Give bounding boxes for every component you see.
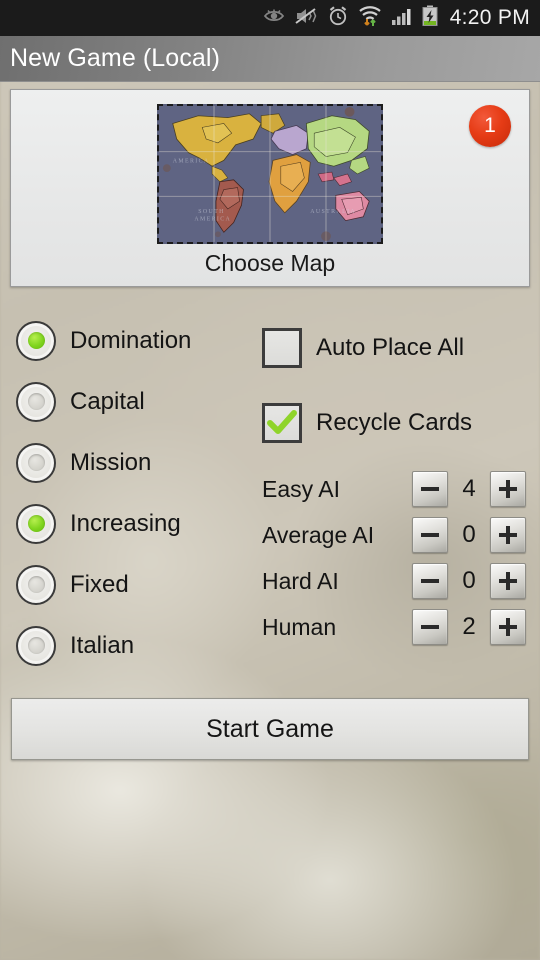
choose-map-label: Choose Map [204, 250, 336, 276]
plus-icon [499, 618, 517, 636]
radio-item-capital[interactable]: Capital [16, 371, 256, 432]
eye-icon [263, 7, 285, 30]
checkbox-auto-place-all[interactable] [262, 327, 302, 368]
status-clock: 4:20 PM [449, 6, 530, 29]
decrement-human-button[interactable] [412, 609, 448, 645]
radio-capital[interactable] [16, 381, 56, 422]
status-bar: 4:20 PM [0, 0, 540, 36]
checkbox-label-auto-place-all: Auto Place All [316, 333, 465, 361]
alarm-icon [327, 5, 349, 32]
title-bar: New Game (Local) [0, 36, 540, 82]
map-thumbnail-wrapper[interactable]: AMERICA SOUTH AMERICA AUSTRALIA [157, 104, 383, 244]
radio-label-domination: Domination [70, 326, 192, 354]
plus-icon [499, 526, 517, 544]
radio-label-increasing: Increasing [70, 509, 181, 537]
increment-easy-ai-button[interactable] [490, 471, 526, 507]
radio-item-fixed[interactable]: Fixed [16, 554, 256, 615]
radio-dot-icon [27, 332, 45, 349]
svg-text:AUSTRALIA: AUSTRALIA [310, 209, 356, 215]
checkbox-item-auto-place-all[interactable]: Auto Place All [262, 310, 532, 385]
start-game-button[interactable]: Start Game [11, 698, 529, 760]
radio-label-fixed: Fixed [70, 570, 129, 598]
svg-text:AMERICA: AMERICA [173, 158, 210, 164]
counter-row-easy-ai: Easy AI 4 [262, 466, 532, 512]
map-badge: 1 [469, 105, 511, 147]
increment-hard-ai-button[interactable] [490, 563, 526, 599]
minus-icon [421, 579, 439, 583]
wifi-transfer-icon [358, 5, 382, 32]
radio-label-italian: Italian [70, 631, 135, 659]
counter-label-hard-ai: Hard AI [262, 567, 339, 594]
counter-value-hard-ai: 0 [462, 567, 476, 594]
counter-label-average-ai: Average AI [262, 521, 375, 548]
choose-map-card[interactable]: 1 AMERICA SOUTH AMERICA AUSTRALIA Choose… [10, 89, 530, 287]
radio-item-italian[interactable]: Italian [16, 615, 256, 676]
radio-dot-icon [27, 454, 45, 471]
radio-dot-icon [27, 637, 45, 654]
decrement-average-ai-button[interactable] [412, 517, 448, 553]
radio-dot-icon [27, 515, 45, 532]
increment-average-ai-button[interactable] [490, 517, 526, 553]
radio-item-increasing[interactable]: Increasing [16, 493, 256, 554]
minus-icon [421, 533, 439, 537]
radio-fixed[interactable] [16, 564, 56, 605]
checkbox-label-recycle-cards: Recycle Cards [316, 408, 473, 436]
minus-icon [421, 625, 439, 629]
svg-text:SOUTH: SOUTH [198, 209, 225, 215]
radio-dot-icon [27, 393, 45, 410]
checkbox-recycle-cards[interactable] [262, 402, 302, 443]
settings-column: Auto Place All Recycle Cards Easy AI 4 A… [262, 310, 532, 650]
counter-label-human: Human [262, 613, 337, 640]
start-game-label: Start Game [206, 714, 334, 743]
counter-row-human: Human 2 [262, 604, 532, 650]
radio-dot-icon [27, 576, 45, 593]
minus-icon [421, 487, 439, 491]
plus-icon [499, 480, 517, 498]
player-count-list: Easy AI 4 Average AI 0 Hard AI 0 Human 2 [262, 466, 532, 650]
radio-item-mission[interactable]: Mission [16, 432, 256, 493]
radio-domination[interactable] [16, 320, 56, 361]
counter-row-average-ai: Average AI 0 [262, 512, 532, 558]
world-map-thumbnail: AMERICA SOUTH AMERICA AUSTRALIA [157, 104, 383, 244]
counter-value-average-ai: 0 [462, 521, 476, 548]
counter-row-hard-ai: Hard AI 0 [262, 558, 532, 604]
page-title: New Game (Local) [10, 44, 220, 72]
radio-italian[interactable] [16, 625, 56, 666]
radio-item-domination[interactable]: Domination [16, 310, 256, 371]
decrement-hard-ai-button[interactable] [412, 563, 448, 599]
plus-icon [499, 572, 517, 590]
mode-radio-column: Domination Capital Mission Increasing Fi… [16, 310, 256, 676]
svg-text:AMERICA: AMERICA [194, 217, 231, 223]
increment-human-button[interactable] [490, 609, 526, 645]
counter-value-easy-ai: 4 [462, 475, 476, 502]
checkbox-item-recycle-cards[interactable]: Recycle Cards [262, 385, 532, 460]
battery-charging-icon [422, 5, 438, 32]
radio-mission[interactable] [16, 442, 56, 483]
counter-label-easy-ai: Easy AI [262, 475, 340, 502]
checkmark-icon [267, 409, 297, 434]
radio-increasing[interactable] [16, 503, 56, 544]
radio-label-capital: Capital [70, 387, 145, 415]
signal-icon [391, 6, 413, 31]
decrement-easy-ai-button[interactable] [412, 471, 448, 507]
counter-value-human: 2 [462, 613, 476, 640]
radio-label-mission: Mission [70, 448, 152, 476]
mute-vibrate-icon [294, 6, 318, 31]
